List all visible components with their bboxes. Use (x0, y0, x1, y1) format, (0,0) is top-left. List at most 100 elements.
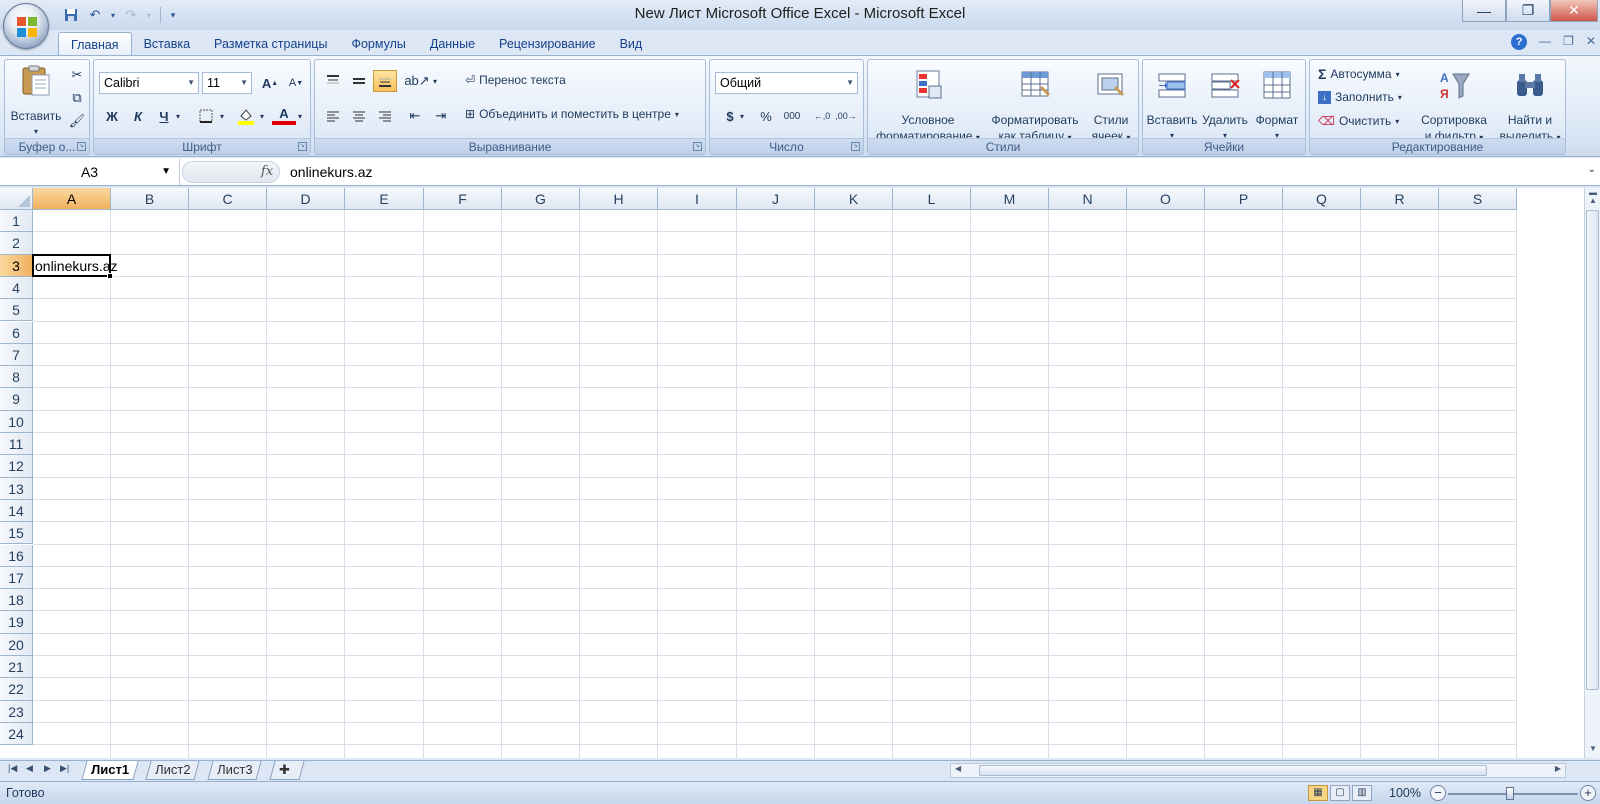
zoom-out-icon[interactable]: − (1430, 785, 1446, 801)
save-icon[interactable] (60, 5, 82, 25)
column-header-g[interactable]: G (502, 188, 580, 210)
shrink-font-icon[interactable]: A ▼ (284, 72, 308, 94)
vertical-scrollbar[interactable]: ▬ ▲ ▼ (1584, 188, 1600, 758)
delete-cells-button[interactable]: Удалить ▾ (1199, 68, 1251, 144)
cut-icon[interactable]: ✂ (65, 64, 89, 86)
scroll-up-icon[interactable]: ▲ (1585, 196, 1600, 210)
column-header-p[interactable]: P (1205, 188, 1283, 210)
format-as-table-button[interactable]: Форматировать как таблицу ▾ (986, 68, 1084, 146)
percent-button[interactable]: % (754, 105, 778, 127)
row-header-19[interactable]: 19 (0, 611, 33, 634)
row-header-17[interactable]: 17 (0, 566, 33, 590)
borders-icon[interactable] (194, 105, 218, 127)
paste-button[interactable]: Вставить ▾ (9, 64, 63, 140)
row-header-16[interactable]: 16 (0, 544, 33, 567)
insert-sheet-icon[interactable]: ✚ (269, 761, 305, 780)
format-painter-icon[interactable]: 🖌 (65, 110, 89, 132)
align-center-icon[interactable] (347, 105, 371, 127)
alignment-launcher-icon[interactable]: ↘ (693, 142, 702, 151)
help-icon[interactable]: ? (1511, 34, 1528, 50)
tab-home[interactable]: Главная (58, 32, 132, 56)
row-header-1[interactable]: 1 (0, 210, 33, 233)
scroll-down-icon[interactable]: ▼ (1585, 744, 1600, 758)
column-header-c[interactable]: C (189, 188, 267, 210)
formula-input[interactable]: onlinekurs.az (290, 158, 373, 186)
page-layout-view-icon[interactable]: ▢ (1330, 785, 1350, 801)
clipboard-launcher-icon[interactable]: ↘ (77, 142, 86, 151)
workbook-close-icon[interactable]: ✕ (1586, 34, 1596, 50)
column-header-d[interactable]: D (267, 188, 345, 210)
row-header-3[interactable]: 3 (0, 254, 33, 277)
row-header-14[interactable]: 14 (0, 499, 33, 523)
row-header-12[interactable]: 12 (0, 455, 33, 478)
scroll-right-icon[interactable]: ▶ (1555, 764, 1561, 773)
row-header-2[interactable]: 2 (0, 232, 33, 255)
orientation-icon[interactable]: ab↗ (404, 70, 429, 92)
insert-function-icon[interactable]: fx (261, 164, 273, 179)
row-header-8[interactable]: 8 (0, 366, 33, 389)
tab-view[interactable]: Вид (608, 32, 655, 56)
decrease-decimal-icon[interactable]: ,00→ (834, 105, 858, 127)
row-header-10[interactable]: 10 (0, 410, 33, 433)
merge-center-button[interactable]: ⊞ Объединить и поместить в центре ▾ (465, 107, 679, 121)
column-header-j[interactable]: J (737, 188, 815, 210)
normal-view-icon[interactable]: ▦ (1308, 785, 1328, 801)
horizontal-scrollbar[interactable]: ◀ ▶ (950, 763, 1566, 778)
column-header-s[interactable]: S (1439, 188, 1517, 210)
row-header-20[interactable]: 20 (0, 633, 33, 656)
worksheet-grid[interactable]: ABCDEFGHIJKLMNOPQRS 1 2 3 4 5 6 7 8 9 10 11 12 13 14 1… (0, 188, 1584, 758)
tab-insert[interactable]: Вставка (132, 32, 202, 56)
row-header-15[interactable]: 15 (0, 522, 33, 545)
expand-formula-bar-icon[interactable]: ⌄ (1588, 164, 1596, 175)
column-header-i[interactable]: I (658, 188, 737, 210)
row-header-23[interactable]: 23 (0, 700, 33, 723)
sheet-tab-1[interactable]: Лист1 (81, 761, 139, 780)
currency-dropdown-icon[interactable]: ▾ (736, 105, 748, 127)
row-header-6[interactable]: 6 (0, 321, 33, 344)
fill-color-icon[interactable] (234, 105, 258, 127)
format-cells-button[interactable]: Формат ▾ (1251, 68, 1303, 144)
italic-button[interactable]: К (126, 105, 150, 127)
column-header-o[interactable]: O (1127, 188, 1205, 210)
grow-font-icon[interactable]: A ▲ (258, 72, 282, 94)
column-header-q[interactable]: Q (1283, 188, 1361, 210)
column-header-r[interactable]: R (1361, 188, 1439, 210)
sort-filter-button[interactable]: А Я Сортировка и фильтр ▾ (1414, 68, 1494, 146)
redo-dropdown-icon[interactable]: ▾ (144, 5, 154, 25)
first-sheet-icon[interactable]: |◀ (8, 763, 17, 774)
next-sheet-icon[interactable]: ▶ (44, 763, 51, 774)
undo-dropdown-icon[interactable]: ▾ (108, 5, 118, 25)
row-header-5[interactable]: 5 (0, 299, 33, 322)
tab-data[interactable]: Данные (418, 32, 487, 56)
increase-decimal-icon[interactable]: ←,0 (810, 105, 834, 127)
minimize-button[interactable]: — (1462, 0, 1506, 22)
underline-dropdown-icon[interactable]: ▾ (172, 105, 184, 127)
tab-review[interactable]: Рецензирование (487, 32, 608, 56)
row-header-21[interactable]: 21 (0, 656, 33, 679)
align-top-icon[interactable] (321, 70, 345, 92)
copy-icon[interactable]: ⧉ (65, 87, 89, 109)
restore-button[interactable]: ❐ (1506, 0, 1550, 22)
number-format-combo[interactable]: Общий ▼ (715, 72, 858, 94)
vertical-scroll-thumb[interactable] (1586, 210, 1599, 690)
zoom-slider-thumb[interactable] (1506, 787, 1514, 800)
fill-color-dropdown-icon[interactable]: ▾ (256, 105, 268, 127)
row-header-24[interactable]: 24 (0, 722, 33, 746)
horizontal-scroll-thumb[interactable] (979, 765, 1487, 776)
clear-button[interactable]: ⌫ Очистить ▾ (1318, 114, 1399, 128)
undo-icon[interactable]: ↶ (84, 5, 106, 25)
workbook-restore-icon[interactable]: ❐ (1563, 34, 1574, 50)
zoom-level[interactable]: 100% (1389, 786, 1421, 800)
align-left-icon[interactable] (321, 105, 345, 127)
column-header-k[interactable]: K (815, 188, 893, 210)
customize-qat-icon[interactable]: ▾ (167, 5, 179, 25)
cell-styles-button[interactable]: Стили ячеек ▾ (1086, 68, 1136, 146)
select-all-button[interactable] (0, 188, 33, 210)
row-header-13[interactable]: 13 (0, 477, 33, 500)
tab-page-layout[interactable]: Разметка страницы (202, 32, 339, 56)
last-sheet-icon[interactable]: ▶| (60, 763, 69, 774)
column-header-b[interactable]: B (111, 188, 189, 210)
redo-icon[interactable]: ↷ (120, 5, 142, 25)
fill-button[interactable]: ↓ Заполнить ▾ (1318, 90, 1402, 104)
autosum-button[interactable]: Σ Автосумма ▾ (1318, 66, 1400, 82)
